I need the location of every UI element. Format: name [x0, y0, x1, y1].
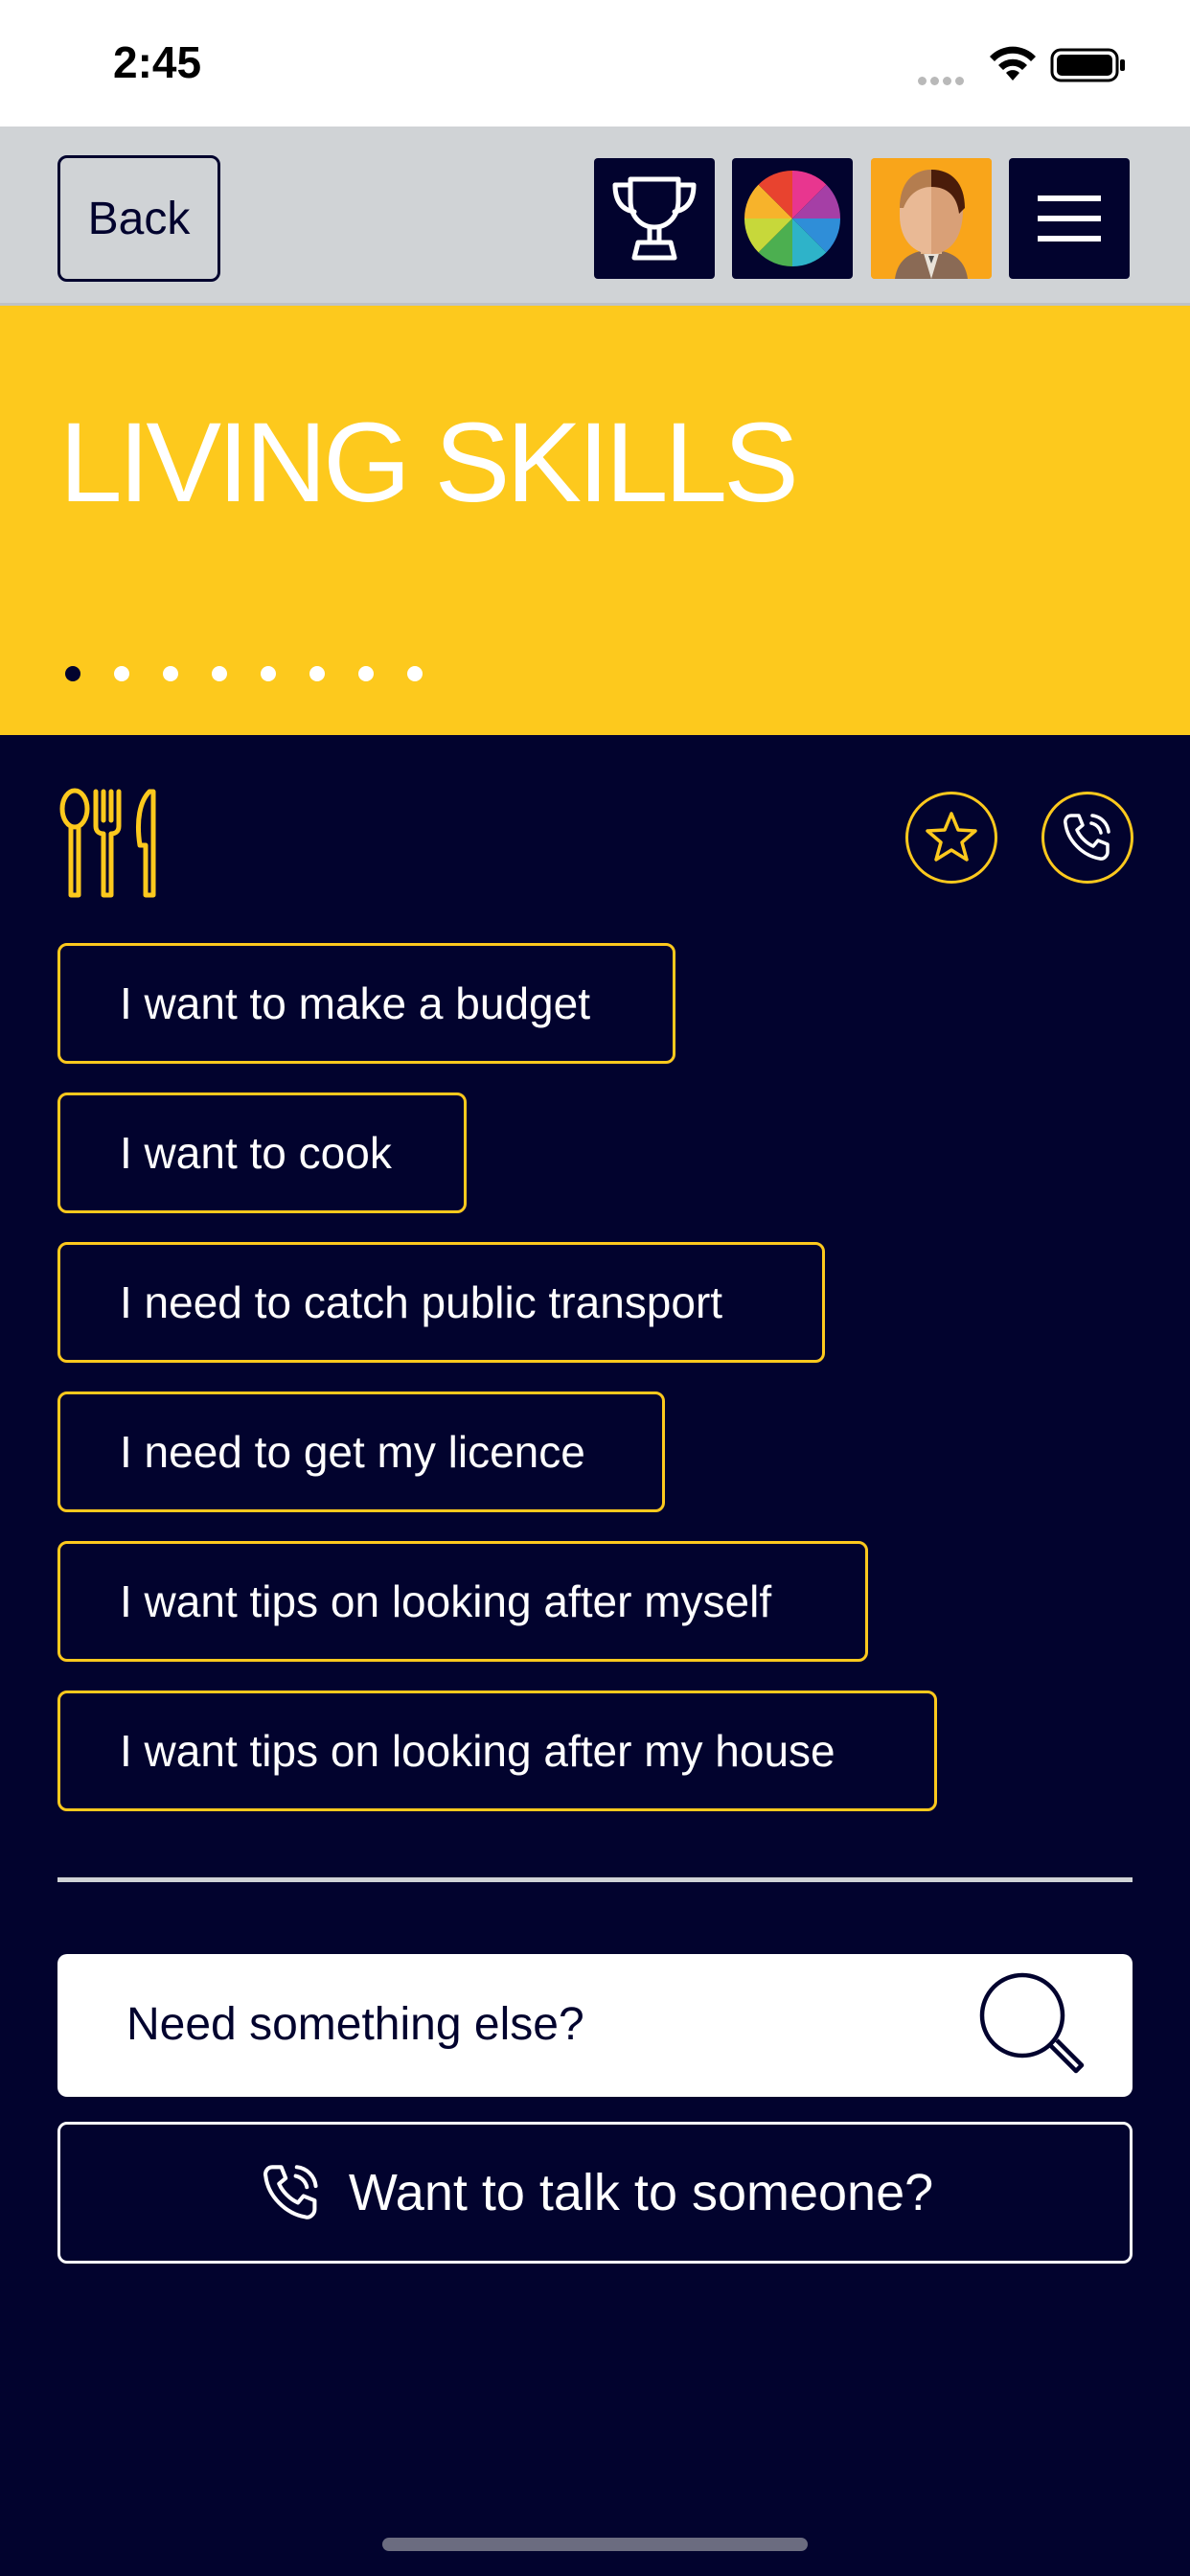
favorite-button[interactable] [905, 792, 997, 884]
option-button[interactable]: I want to make a budget [57, 943, 675, 1064]
pager-dot-7[interactable] [358, 666, 374, 681]
star-icon [926, 812, 977, 862]
avatar-button[interactable] [871, 158, 992, 279]
home-indicator[interactable] [382, 2538, 808, 2551]
pager-dot-6[interactable] [309, 666, 325, 681]
talk-to-someone-button[interactable]: Want to talk to someone? [57, 2122, 1133, 2264]
pager-dot-1[interactable] [65, 666, 80, 681]
hero-banner: LIVING SKILLS [0, 306, 1190, 735]
option-button[interactable]: I need to get my licence [57, 1392, 665, 1512]
option-label: I need to catch public transport [120, 1277, 723, 1327]
avatar-icon [871, 158, 992, 279]
option-label: I want to make a budget [120, 978, 590, 1028]
call-button[interactable] [1041, 792, 1133, 884]
search-input[interactable]: Need something else? [57, 1954, 1133, 2097]
menu-button[interactable] [1009, 158, 1130, 279]
phone-icon [263, 2165, 318, 2220]
pager-dot-2[interactable] [114, 666, 129, 681]
color-wheel-icon [744, 170, 841, 267]
talk-button-label: Want to talk to someone? [348, 2164, 934, 2221]
option-button[interactable]: I want tips on looking after my house [57, 1690, 937, 1811]
pager-dot-4[interactable] [212, 666, 227, 681]
hamburger-menu-icon [1038, 196, 1101, 242]
option-button[interactable]: I want tips on looking after myself [57, 1541, 868, 1662]
trophy-icon [612, 176, 697, 261]
divider [57, 1877, 1133, 1882]
back-button[interactable]: Back [57, 155, 220, 282]
option-label: I want tips on looking after my house [120, 1726, 835, 1776]
search-icon[interactable] [973, 1966, 1089, 2082]
phone-icon [1064, 814, 1110, 861]
search-placeholder: Need something else? [126, 1999, 584, 2050]
option-button[interactable]: I need to catch public transport [57, 1242, 825, 1363]
pager-dot-3[interactable] [163, 666, 178, 681]
wifi-icon [990, 46, 1036, 80]
utensils-icon [59, 788, 156, 898]
battery-icon [1050, 48, 1125, 82]
option-button[interactable]: I want to cook [57, 1092, 467, 1213]
carousel-pager [65, 666, 456, 681]
page-title: LIVING SKILLS [59, 400, 799, 526]
option-label: I want to cook [120, 1128, 392, 1178]
status-time: 2:45 [113, 37, 202, 87]
trophy-button[interactable] [594, 158, 715, 279]
pager-dot-8[interactable] [407, 666, 423, 681]
option-label: I need to get my licence [120, 1427, 585, 1477]
status-bar: 2:45 [0, 0, 1190, 126]
top-navigation-bar: Back [0, 126, 1190, 306]
cellular-signal-icon [918, 71, 968, 89]
option-label: I want tips on looking after myself [120, 1576, 772, 1626]
color-wheel-button[interactable] [732, 158, 853, 279]
pager-dot-5[interactable] [261, 666, 276, 681]
